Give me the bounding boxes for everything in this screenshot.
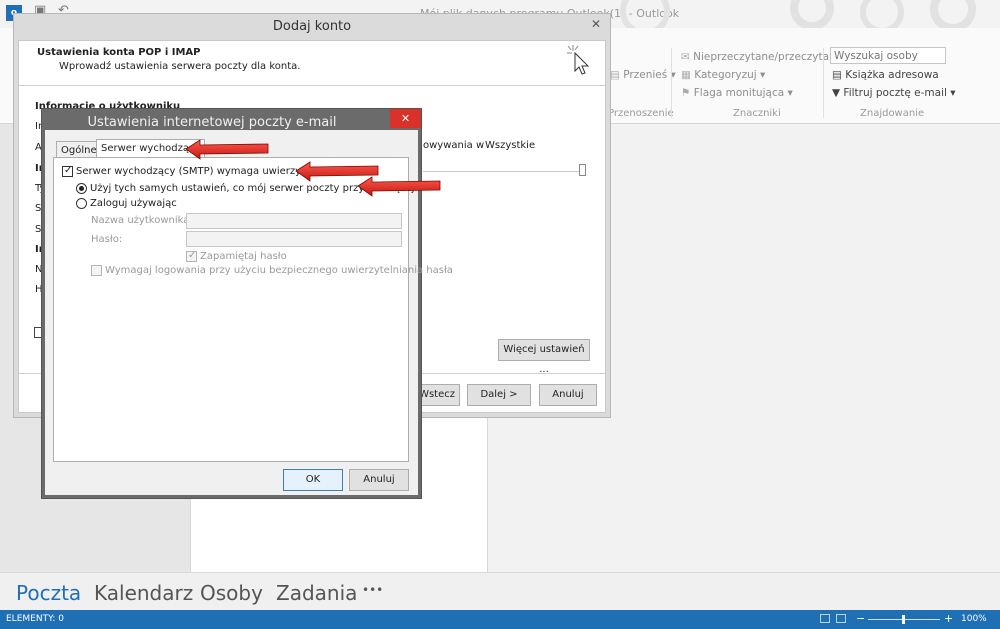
annotation-arrows [185, 139, 441, 197]
red-arrow-icon [295, 161, 379, 182]
red-arrow-icon [357, 176, 441, 197]
red-arrow-icon [185, 139, 269, 160]
